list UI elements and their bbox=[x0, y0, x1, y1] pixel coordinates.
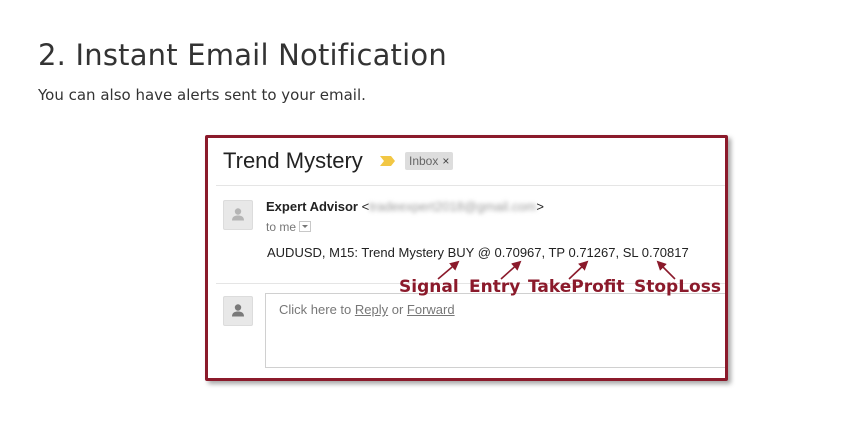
header-divider bbox=[216, 185, 725, 186]
intro-text: You can also have alerts sent to your em… bbox=[38, 86, 366, 104]
label-inbox: Inbox × bbox=[405, 152, 454, 170]
email-bracket-close: > bbox=[536, 199, 544, 214]
label-inbox-text: Inbox bbox=[409, 154, 439, 168]
forward-link[interactable]: Forward bbox=[407, 302, 455, 317]
recipient-line: to me bbox=[266, 220, 312, 234]
sender-name[interactable]: Expert Advisor bbox=[266, 199, 358, 214]
page-heading: 2. Instant Email Notification bbox=[38, 38, 447, 72]
annotation-takeprofit: TakeProfit bbox=[528, 277, 625, 297]
reply-link[interactable]: Reply bbox=[355, 302, 388, 317]
annotation-entry: Entry bbox=[469, 277, 521, 297]
sender-avatar bbox=[223, 200, 253, 230]
email-body: AUDUSD, M15: Trend Mystery BUY @ 0.70967… bbox=[267, 245, 689, 260]
email-subject: Trend Mystery bbox=[223, 148, 363, 173]
recipient-text: to me bbox=[266, 220, 297, 234]
reply-prompt: Click here to Reply or Forward bbox=[279, 302, 455, 317]
reply-box[interactable]: Click here to Reply or Forward bbox=[265, 293, 725, 368]
annotation-stoploss: StopLoss bbox=[634, 277, 721, 297]
reply-prefix: Click here to bbox=[279, 302, 355, 317]
remove-label-icon[interactable]: × bbox=[442, 154, 449, 168]
important-marker-icon[interactable] bbox=[380, 155, 396, 167]
details-dropdown-icon[interactable] bbox=[299, 221, 312, 233]
sender-email-blurred: tradeexpert2018@gmail.com bbox=[369, 199, 537, 214]
person-icon bbox=[232, 208, 244, 221]
person-icon bbox=[232, 304, 244, 317]
email-screenshot: Trend Mystery Inbox × Expert Advisor <tra… bbox=[205, 135, 728, 381]
annotation-signal: Signal bbox=[399, 277, 459, 297]
sender-line: Expert Advisor <tradeexpert2018@gmail.co… bbox=[266, 199, 544, 214]
reply-middle: or bbox=[388, 302, 407, 317]
reply-avatar bbox=[223, 296, 253, 326]
